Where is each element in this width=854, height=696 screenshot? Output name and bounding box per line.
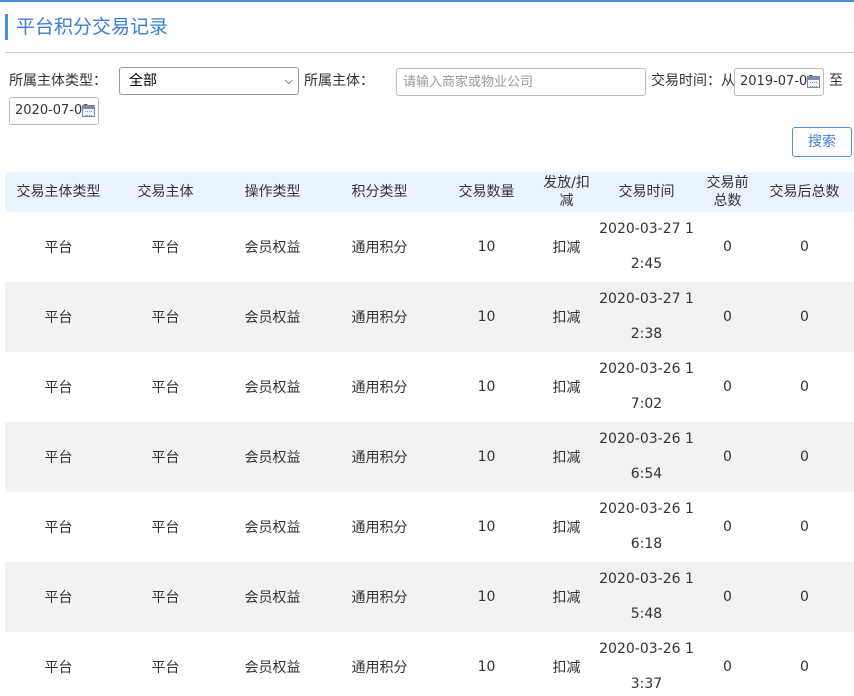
table-row: 平台 平台 会员权益 通用积分 10 扣减 2020-03-26 13:37 0…	[5, 632, 854, 696]
cell-entity-type: 平台	[44, 240, 73, 256]
cell-after-total: 0	[800, 449, 809, 465]
cell-entity: 平台	[151, 240, 180, 256]
top-accent-bar	[0, 0, 854, 2]
col-header-before-total: 交易前总数	[706, 175, 749, 209]
col-header-entity-type: 交易主体类型	[16, 184, 101, 200]
cell-time: 2020-03-27 12:45	[599, 221, 694, 272]
entity-search-input[interactable]	[396, 68, 646, 96]
table-row: 平台 平台 会员权益 通用积分 10 扣减 2020-03-26 15:48 0…	[5, 562, 854, 632]
cell-points-type: 通用积分	[351, 240, 408, 256]
cell-before-total: 0	[723, 379, 732, 395]
col-header-time: 交易时间	[618, 184, 675, 200]
cell-quantity: 10	[477, 239, 496, 255]
cell-direction: 扣减	[552, 660, 581, 676]
cell-entity: 平台	[151, 450, 180, 466]
cell-before-total: 0	[723, 659, 732, 675]
cell-time: 2020-03-26 17:02	[599, 361, 694, 412]
cell-direction: 扣减	[552, 380, 581, 396]
cell-time: 2020-03-26 13:37	[599, 641, 694, 692]
cell-time: 2020-03-26 15:48	[599, 571, 694, 622]
table-row: 平台 平台 会员权益 通用积分 10 扣减 2020-03-27 12:38 0…	[5, 282, 854, 352]
cell-after-total: 0	[800, 239, 809, 255]
cell-points-type: 通用积分	[351, 590, 408, 606]
table-row: 平台 平台 会员权益 通用积分 10 扣减 2020-03-27 12:45 0…	[5, 212, 854, 282]
cell-entity: 平台	[151, 520, 180, 536]
cell-entity: 平台	[151, 310, 180, 326]
time-to-label: 至	[829, 73, 843, 89]
col-header-quantity: 交易数量	[458, 184, 515, 200]
cell-quantity: 10	[477, 379, 496, 395]
date-from-value: 2019-07-01	[740, 74, 816, 89]
date-to-value: 2020-07-01	[15, 103, 91, 118]
calendar-icon[interactable]	[82, 105, 95, 117]
cell-entity: 平台	[151, 590, 180, 606]
cell-after-total: 0	[800, 659, 809, 675]
cell-points-type: 通用积分	[351, 380, 408, 396]
cell-before-total: 0	[723, 519, 732, 535]
cell-points-type: 通用积分	[351, 520, 408, 536]
entity-type-select[interactable]: 全部 ⌵	[119, 67, 299, 95]
page-title: 平台积分交易记录	[5, 14, 168, 40]
cell-operation-type: 会员权益	[244, 450, 301, 466]
cell-operation-type: 会员权益	[244, 240, 301, 256]
transaction-table: 交易主体类型 交易主体 操作类型 积分类型 交易数量 发放/扣减 交易时间 交易…	[5, 172, 854, 696]
cell-before-total: 0	[723, 589, 732, 605]
col-header-after-total: 交易后总数	[769, 184, 840, 200]
entity-label: 所属主体：	[304, 73, 374, 89]
cell-time: 2020-03-27 12:38	[599, 291, 694, 342]
time-from-label: 交易时间：从	[651, 73, 735, 89]
cell-time: 2020-03-26 16:18	[599, 501, 694, 552]
cell-before-total: 0	[723, 449, 732, 465]
cell-operation-type: 会员权益	[244, 380, 301, 396]
cell-entity-type: 平台	[44, 310, 73, 326]
col-header-direction: 发放/扣减	[543, 175, 590, 209]
cell-entity-type: 平台	[44, 590, 73, 606]
cell-entity-type: 平台	[44, 520, 73, 536]
search-button[interactable]: 搜索	[792, 127, 852, 157]
cell-entity: 平台	[151, 660, 180, 676]
col-header-points-type: 积分类型	[351, 184, 408, 200]
cell-quantity: 10	[477, 519, 496, 535]
chevron-down-icon: ⌵	[284, 74, 293, 87]
cell-points-type: 通用积分	[351, 660, 408, 676]
cell-operation-type: 会员权益	[244, 520, 301, 536]
cell-quantity: 10	[477, 589, 496, 605]
table-header-row: 交易主体类型 交易主体 操作类型 积分类型 交易数量 发放/扣减 交易时间 交易…	[5, 172, 854, 212]
cell-direction: 扣减	[552, 450, 581, 466]
cell-points-type: 通用积分	[351, 310, 408, 326]
cell-points-type: 通用积分	[351, 450, 408, 466]
cell-after-total: 0	[800, 519, 809, 535]
table-row: 平台 平台 会员权益 通用积分 10 扣减 2020-03-26 16:54 0…	[5, 422, 854, 492]
entity-type-value: 全部	[129, 73, 157, 89]
cell-operation-type: 会员权益	[244, 590, 301, 606]
entity-type-label: 所属主体类型：	[9, 73, 107, 89]
date-from-input[interactable]: 2019-07-01	[734, 68, 824, 96]
calendar-icon[interactable]	[807, 76, 820, 88]
cell-before-total: 0	[723, 239, 732, 255]
cell-operation-type: 会员权益	[244, 660, 301, 676]
cell-operation-type: 会员权益	[244, 310, 301, 326]
cell-quantity: 10	[477, 309, 496, 325]
col-header-operation-type: 操作类型	[244, 184, 301, 200]
cell-after-total: 0	[800, 379, 809, 395]
cell-time: 2020-03-26 16:54	[599, 431, 694, 482]
title-divider	[5, 52, 854, 53]
cell-direction: 扣减	[552, 310, 581, 326]
table-row: 平台 平台 会员权益 通用积分 10 扣减 2020-03-26 17:02 0…	[5, 352, 854, 422]
date-to-input[interactable]: 2020-07-01	[9, 97, 99, 125]
cell-entity-type: 平台	[44, 380, 73, 396]
cell-direction: 扣减	[552, 590, 581, 606]
cell-entity-type: 平台	[44, 450, 73, 466]
cell-entity: 平台	[151, 380, 180, 396]
cell-direction: 扣减	[552, 240, 581, 256]
cell-before-total: 0	[723, 309, 732, 325]
table-row: 平台 平台 会员权益 通用积分 10 扣减 2020-03-26 16:18 0…	[5, 492, 854, 562]
col-header-entity: 交易主体	[137, 184, 194, 200]
cell-after-total: 0	[800, 309, 809, 325]
cell-after-total: 0	[800, 589, 809, 605]
cell-direction: 扣减	[552, 520, 581, 536]
cell-quantity: 10	[477, 449, 496, 465]
cell-quantity: 10	[477, 659, 496, 675]
cell-entity-type: 平台	[44, 660, 73, 676]
